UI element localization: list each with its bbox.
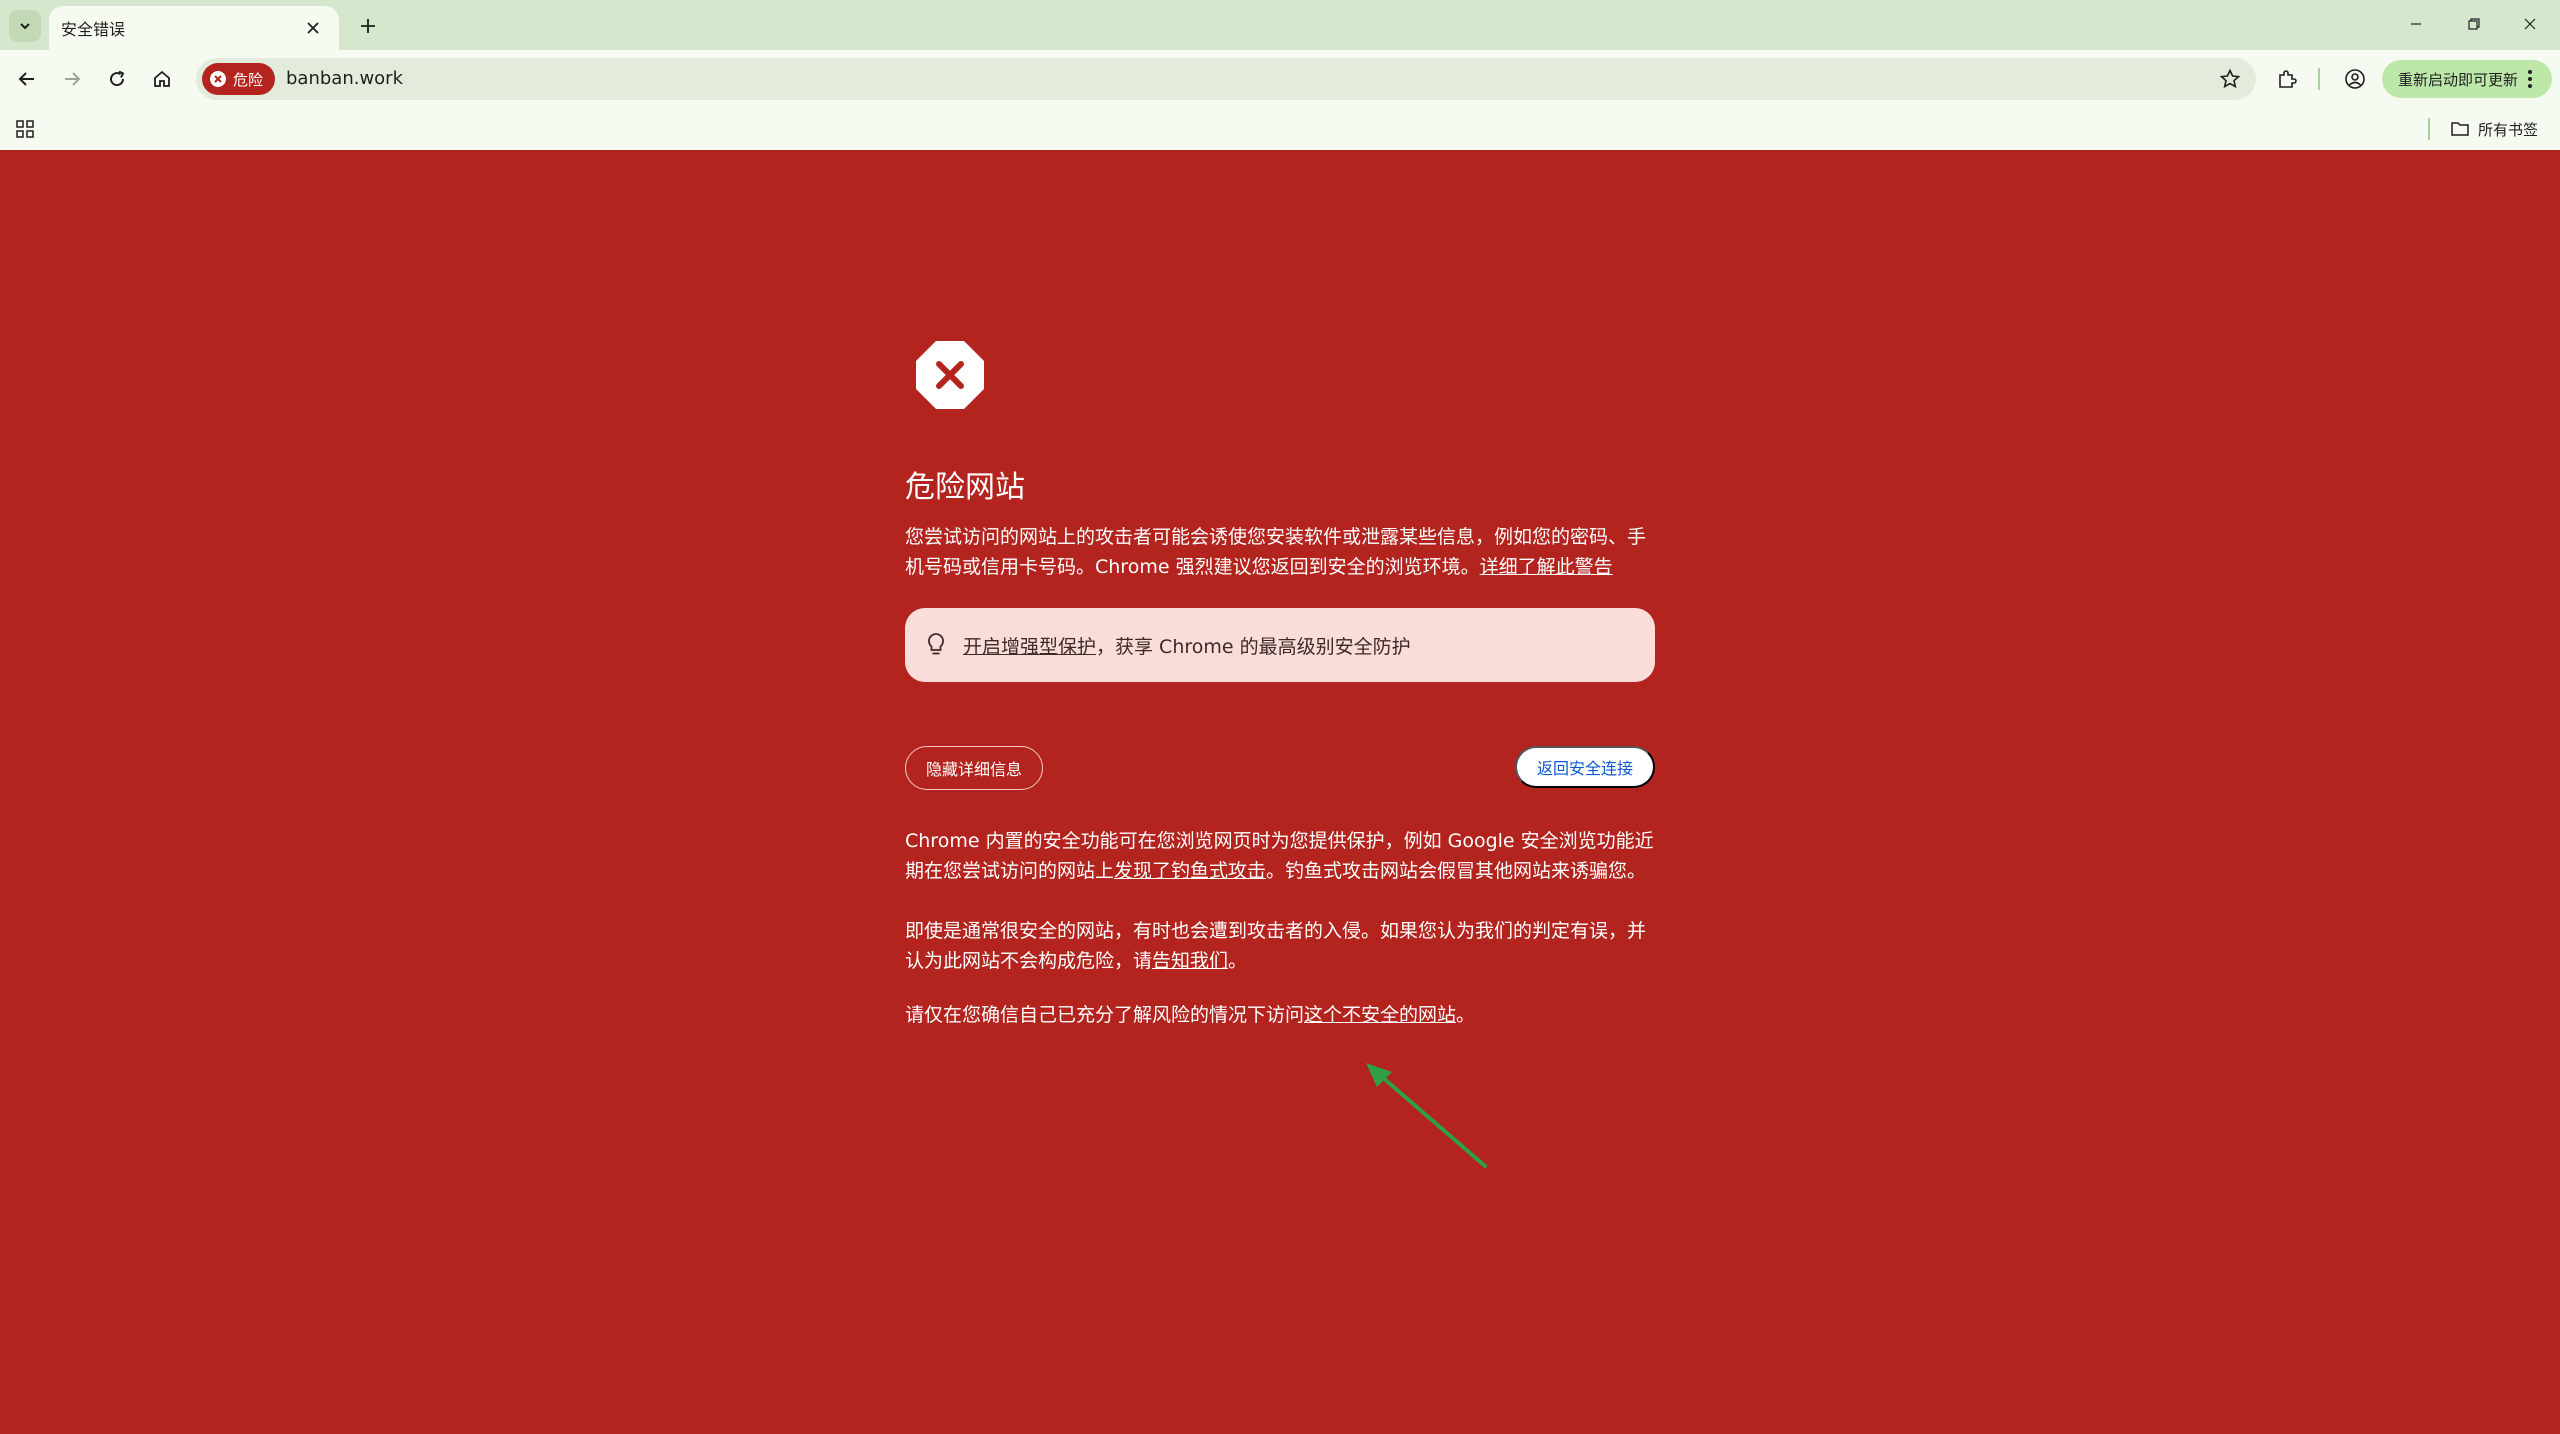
puzzle-icon — [2279, 70, 2297, 88]
plus-icon — [361, 19, 375, 33]
back-button[interactable] — [10, 62, 44, 96]
enhanced-protection-banner: 开启增强型保护，获享 Chrome 的最高级别安全防护 — [905, 608, 1655, 682]
phishing-detected-link[interactable]: 发现了钓鱼式攻击 — [1114, 860, 1266, 882]
danger-icon — [210, 71, 226, 87]
annotation-arrow-icon — [1366, 1063, 1487, 1168]
chevron-down-icon — [20, 23, 30, 30]
enhanced-protection-link[interactable]: 开启增强型保护 — [963, 636, 1096, 658]
enhanced-protection-suffix: ，获享 Chrome 的最高级别安全防护 — [1096, 635, 1411, 658]
folder-icon — [2451, 122, 2469, 136]
report-error-link[interactable]: 告知我们 — [1152, 950, 1228, 972]
security-chip-label: 危险 — [233, 70, 264, 89]
tab-title: 安全错误 — [61, 20, 126, 39]
security-chip[interactable]: 危险 — [202, 63, 276, 95]
details-paragraph-3: 请仅在您确信自己已充分了解风险的情况下访问这个不安全的网站。 — [905, 1000, 1655, 1030]
details-3-prefix: 请仅在您确信自己已充分了解风险的情况下访问 — [905, 1004, 1305, 1026]
learn-more-link[interactable]: 详细了解此警告 — [1480, 556, 1613, 578]
restore-icon — [2468, 18, 2480, 30]
toolbar-separator — [2318, 68, 2320, 90]
home-icon — [154, 70, 170, 87]
details-2-prefix: 即使是通常很安全的网站，有时也会遭到攻击者的入侵。如果您认为我们的判定有误，并认… — [905, 920, 1647, 972]
all-bookmarks-button[interactable]: 所有书签 — [2450, 116, 2538, 142]
address-bar[interactable]: 危险 banban.work — [196, 58, 2256, 100]
enhanced-protection-text: 开启增强型保护，获享 Chrome 的最高级别安全防护 — [963, 632, 1411, 659]
star-icon — [2220, 69, 2240, 89]
proceed-unsafe-link[interactable]: 这个不安全的网站 — [1304, 1004, 1456, 1026]
page-title: 危险网站 — [905, 470, 1025, 505]
close-icon — [2524, 18, 2536, 30]
reload-icon — [110, 70, 125, 87]
main-message: 您尝试访问的网站上的攻击者可能会诱使您安装软件或泄露某些信息，例如您的密码、手机… — [905, 522, 1655, 582]
reload-button[interactable] — [100, 62, 134, 96]
bookmark-star-button[interactable] — [2218, 67, 2242, 91]
details-paragraph-2: 即使是通常很安全的网站，有时也会遭到攻击者的入侵。如果您认为我们的判定有误，并认… — [905, 916, 1655, 976]
interstitial-content: 危险网站 您尝试访问的网站上的攻击者可能会诱使您安装软件或泄露某些信息，例如您的… — [905, 340, 1655, 1030]
home-button[interactable] — [145, 62, 179, 96]
minimize-icon — [2411, 23, 2421, 25]
extensions-button[interactable] — [2270, 62, 2304, 96]
details-paragraph-1: Chrome 内置的安全功能可在您浏览网页时为您提供保护，例如 Google 安… — [905, 826, 1655, 886]
bookmarks-separator — [2428, 118, 2430, 140]
details-2-suffix: 。 — [1228, 950, 1248, 972]
bookmarks-bar: 所有书签 — [0, 108, 2560, 150]
danger-octagon-icon — [916, 341, 984, 409]
back-to-safety-button[interactable]: 返回安全连接 — [1514, 746, 1655, 788]
relaunch-update-button[interactable]: 重新启动即可更新 — [2382, 60, 2552, 98]
tab-close-button[interactable] — [301, 16, 325, 40]
restore-button[interactable] — [2446, 6, 2502, 42]
all-bookmarks-label: 所有书签 — [2478, 120, 2539, 139]
lightbulb-icon — [928, 633, 944, 655]
details-3-suffix: 。 — [1456, 1004, 1476, 1026]
account-icon — [2345, 69, 2365, 89]
profile-button[interactable] — [2338, 62, 2372, 96]
apps-grid-icon[interactable] — [14, 118, 36, 140]
active-tab[interactable]: 安全错误 — [49, 6, 339, 50]
close-window-button[interactable] — [2502, 6, 2558, 42]
details-1-suffix: 。钓鱼式攻击网站会假冒其他网站来诱骗您。 — [1266, 860, 1647, 882]
tab-strip: 安全错误 — [0, 0, 2560, 50]
arrow-right-icon — [65, 72, 81, 86]
menu-dots-icon — [2528, 70, 2533, 88]
update-label: 重新启动即可更新 — [2398, 70, 2519, 89]
forward-button[interactable] — [55, 62, 89, 96]
minimize-button[interactable] — [2388, 6, 2444, 42]
tab-search-button[interactable] — [9, 10, 41, 42]
new-tab-button[interactable] — [352, 10, 384, 42]
button-row: 隐藏详细信息 返回安全连接 — [905, 746, 1655, 790]
url-text[interactable]: banban.work — [286, 68, 403, 89]
toolbar: 危险 banban.work 重新启动即可更新 — [0, 50, 2560, 108]
hide-details-button[interactable]: 隐藏详细信息 — [905, 746, 1044, 790]
arrow-left-icon — [18, 72, 34, 86]
close-icon — [307, 22, 319, 34]
